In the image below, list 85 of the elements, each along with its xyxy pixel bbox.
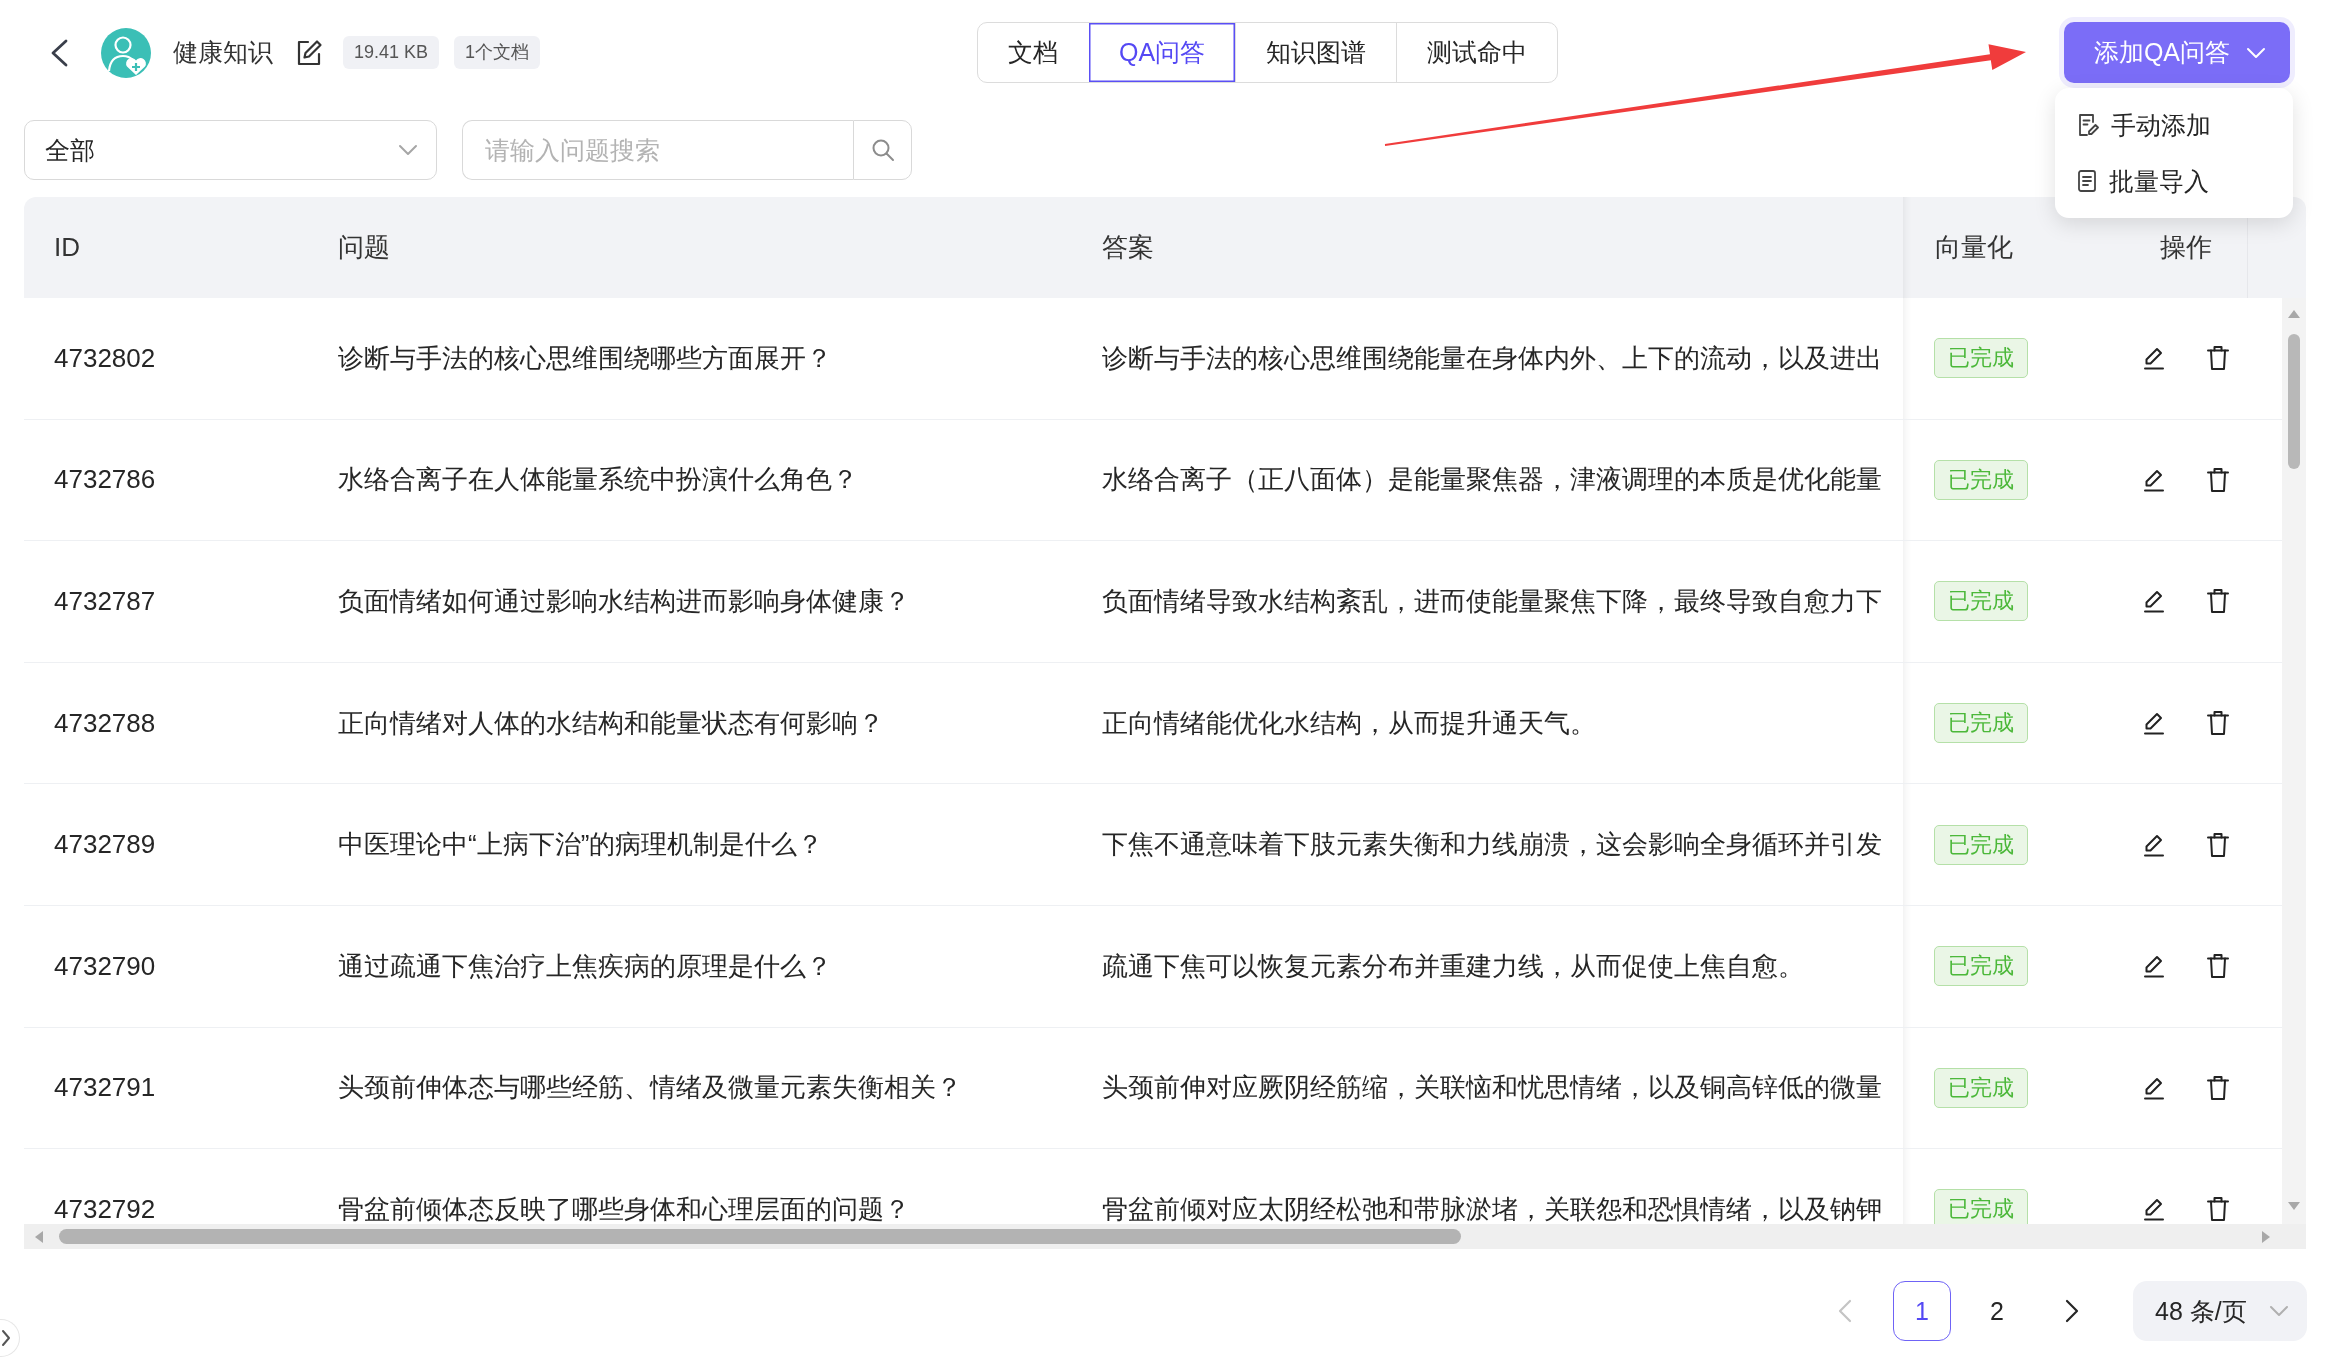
- tab[interactable]: QA问答: [1088, 23, 1236, 82]
- edit-icon[interactable]: [2142, 711, 2166, 736]
- record-id: 4732791: [54, 1072, 156, 1104]
- record-id: 4732790: [54, 950, 156, 982]
- status-badge: 已完成: [1934, 459, 2028, 500]
- record-id: 4732786: [54, 464, 156, 496]
- category-select[interactable]: 全部: [24, 120, 437, 180]
- trash-icon[interactable]: [2206, 831, 2230, 858]
- search-field[interactable]: 请输入问题搜索: [462, 120, 853, 180]
- column-header: 问题: [338, 231, 390, 264]
- chevron-down-icon: [2269, 1305, 2289, 1317]
- record-id: 4732787: [54, 586, 156, 617]
- edit-icon[interactable]: [2142, 832, 2166, 857]
- column-header: 向量化: [1935, 231, 2013, 264]
- edit-icon[interactable]: [2142, 954, 2166, 979]
- answer-text: 负面情绪导致水结构紊乱，进而使能量聚焦下降，最终导致自愈力下: [1102, 585, 1882, 618]
- question-text: 头颈前伸体态与哪些经筋、情绪及微量元素失衡相关？: [338, 1071, 962, 1105]
- answer-text: 头颈前伸对应厥阴经筋缩，关联恼和忧思情绪，以及铜高锌低的微量: [1102, 1071, 1882, 1105]
- answer-text: 疏通下焦可以恢复元素分布并重建力线，从而促使上焦自愈。: [1102, 949, 1804, 983]
- status-badge: 已完成: [1934, 703, 2028, 744]
- tab[interactable]: 测试命中: [1396, 23, 1558, 82]
- trash-icon[interactable]: [2206, 466, 2230, 493]
- record-id: 4732792: [54, 1193, 156, 1224]
- trash-icon[interactable]: [2206, 1074, 2230, 1101]
- edit-icon[interactable]: [2142, 346, 2166, 371]
- sidebar-toggle-button[interactable]: [0, 1319, 20, 1357]
- search-button[interactable]: [853, 120, 912, 180]
- trash-icon[interactable]: [2206, 1196, 2230, 1223]
- edit-icon[interactable]: [295, 38, 323, 67]
- document-count-badge: 1个文档: [454, 36, 541, 69]
- chevron-down-icon: [2246, 46, 2266, 59]
- question-text: 通过疏通下焦治疗上焦疾病的原理是什么？: [338, 949, 832, 983]
- avatar-icon: [101, 27, 151, 78]
- scrollbar-thumb[interactable]: [2288, 334, 2300, 469]
- trash-icon[interactable]: [2206, 953, 2230, 980]
- chevron-right-icon: [2065, 1299, 2079, 1323]
- trash-icon[interactable]: [2206, 588, 2230, 615]
- record-id: 4732788: [54, 707, 156, 739]
- chevron-down-icon: [398, 144, 418, 156]
- column-header: 答案: [1102, 231, 1154, 264]
- horizontal-scrollbar[interactable]: [24, 1224, 2306, 1249]
- edit-icon[interactable]: [2142, 1197, 2166, 1222]
- back-icon[interactable]: [49, 38, 69, 67]
- column-header: ID: [54, 232, 80, 263]
- column-header: 操作: [2160, 231, 2212, 264]
- edit-icon[interactable]: [2142, 467, 2166, 492]
- trash-icon[interactable]: [2206, 710, 2230, 737]
- answer-text: 下焦不通意味着下肢元素失衡和力线崩溃，这会影响全身循环并引发: [1102, 828, 1882, 862]
- document-list-icon: [2077, 169, 2097, 193]
- search-icon: [870, 138, 895, 162]
- trash-icon[interactable]: [2206, 345, 2230, 372]
- page-size-select[interactable]: 48 条/页: [2133, 1281, 2307, 1341]
- answer-text: 诊断与手法的核心思维围绕能量在身体内外、上下的流动，以及进出: [1102, 341, 1882, 375]
- question-text: 诊断与手法的核心思维围绕哪些方面展开？: [338, 341, 832, 375]
- edit-icon[interactable]: [2142, 1075, 2166, 1100]
- status-badge: 已完成: [1934, 824, 2028, 865]
- question-text: 骨盆前倾体态反映了哪些身体和心理层面的问题？: [338, 1192, 910, 1224]
- tab[interactable]: 文档: [978, 23, 1088, 82]
- question-text: 水络合离子在人体能量系统中扮演什么角色？: [338, 463, 858, 497]
- knowledge-base-title: 健康知识: [173, 37, 273, 68]
- record-id: 4732802: [54, 342, 156, 374]
- question-text: 负面情绪如何通过影响水结构进而影响身体健康？: [338, 585, 910, 618]
- question-text: 中医理论中“上病下治”的病理机制是什么？: [338, 828, 824, 862]
- chevron-right-icon: [1, 1329, 11, 1347]
- vertical-scrollbar[interactable]: [2282, 298, 2306, 1224]
- chevron-left-icon: [1838, 1299, 1852, 1323]
- status-badge: 已完成: [1934, 1189, 2028, 1224]
- menu-item[interactable]: 批量导入: [2055, 153, 2293, 209]
- document-edit-icon: [2077, 113, 2099, 137]
- menu-item[interactable]: 手动添加: [2055, 97, 2293, 153]
- edit-icon[interactable]: [2142, 589, 2166, 614]
- page-button[interactable]: 2: [1968, 1281, 2026, 1341]
- answer-text: 正向情绪能优化水结构，从而提升通天气。: [1102, 706, 1596, 740]
- status-badge: 已完成: [1934, 946, 2028, 987]
- status-badge: 已完成: [1934, 1067, 2028, 1108]
- scrollbar-thumb[interactable]: [59, 1229, 1461, 1244]
- status-badge: 已完成: [1934, 338, 2028, 379]
- question-text: 正向情绪对人体的水结构和能量状态有何影响？: [338, 706, 884, 740]
- status-badge: 已完成: [1934, 581, 2028, 622]
- record-id: 4732789: [54, 829, 156, 861]
- answer-text: 水络合离子（正八面体）是能量聚焦器，津液调理的本质是优化能量: [1102, 463, 1882, 497]
- answer-text: 骨盆前倾对应太阴经松弛和带脉淤堵，关联怨和恐惧情绪，以及钠钾: [1102, 1192, 1882, 1224]
- tab[interactable]: 知识图谱: [1235, 23, 1397, 82]
- page-button[interactable]: 1: [1893, 1281, 1951, 1341]
- file-size-badge: 19.41 KB: [343, 36, 440, 69]
